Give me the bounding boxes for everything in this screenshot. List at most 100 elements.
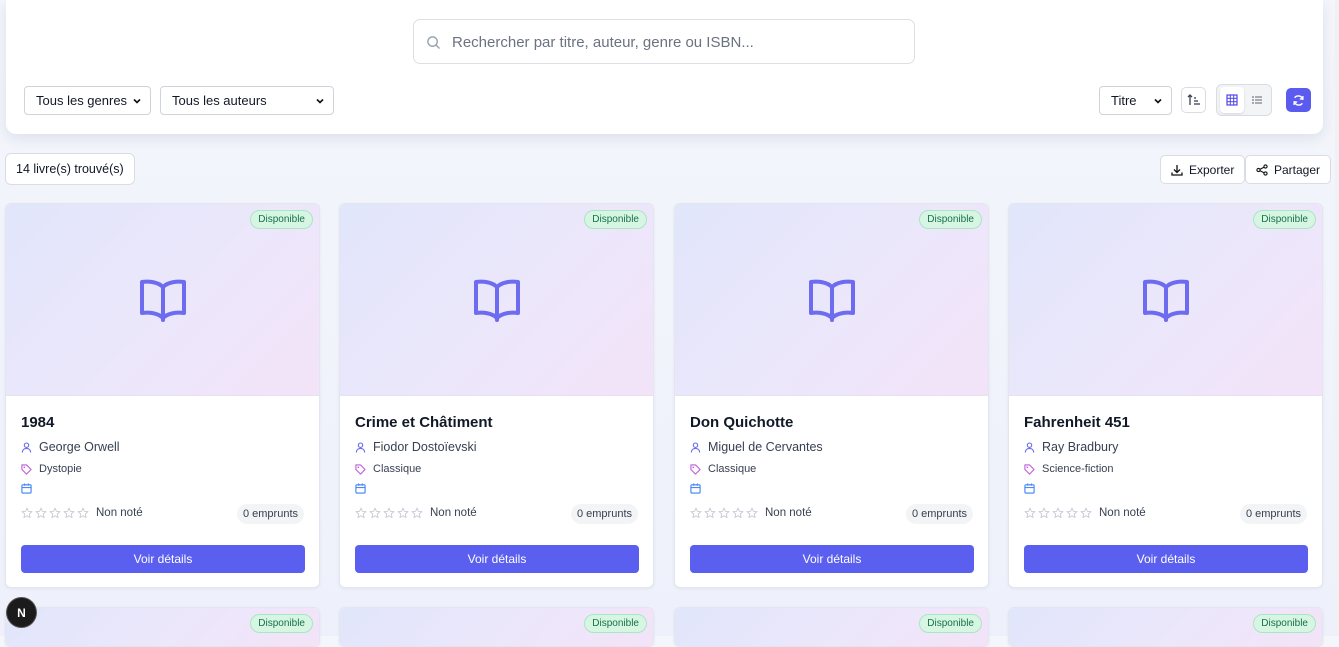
dev-indicator-button[interactable]: N (7, 598, 36, 627)
book-author-name: Fiodor Dostoïevski (373, 440, 477, 454)
book-card[interactable]: Disponible Crime et Châtiment Fiodor Dos… (339, 203, 654, 588)
loans-count: 0 emprunts (236, 504, 304, 524)
book-card[interactable]: Disponible (339, 607, 654, 647)
book-genre: Science-fiction (1024, 463, 1114, 475)
status-badge: Disponible (919, 210, 982, 229)
export-button[interactable]: Exporter (1160, 155, 1246, 184)
book-date (690, 483, 701, 494)
view-details-button[interactable]: Voir détails (355, 545, 639, 573)
book-genre-label: Classique (373, 463, 422, 475)
book-card[interactable]: Disponible Don Quichotte Miguel de Cerva… (674, 203, 989, 588)
book-date (1024, 483, 1035, 494)
filter-panel: Tous les genres Tous les auteurs Titre (6, 0, 1323, 134)
book-card[interactable]: Disponible Fahrenheit 451 Ray Bradbury S… (1008, 203, 1323, 588)
star-icon[interactable] (1080, 507, 1092, 519)
sort-direction-button[interactable] (1181, 87, 1206, 113)
star-icon[interactable] (1038, 507, 1050, 519)
rating-label: Non noté (1099, 507, 1146, 519)
book-open-icon (809, 279, 855, 322)
view-details-button[interactable]: Voir détails (21, 545, 305, 573)
book-open-icon (1143, 279, 1189, 322)
star-icon[interactable] (49, 507, 61, 519)
book-card[interactable]: Disponible (674, 607, 989, 647)
star-icon[interactable] (690, 507, 702, 519)
download-icon (1171, 164, 1183, 176)
star-icon[interactable] (355, 507, 367, 519)
share-label: Partager (1274, 162, 1321, 177)
book-card[interactable]: Disponible 1984 George Orwell Dystopie N… (5, 203, 320, 588)
status-badge: Disponible (250, 614, 313, 633)
star-icon[interactable] (746, 507, 758, 519)
genre-select[interactable]: Tous les genres (24, 86, 151, 115)
rating-stars[interactable] (1024, 507, 1092, 519)
book-title[interactable]: Don Quichotte (690, 414, 793, 431)
star-icon[interactable] (1066, 507, 1078, 519)
share-button[interactable]: Partager (1245, 155, 1332, 184)
book-cover: Disponible (1009, 204, 1322, 396)
search-icon (427, 36, 440, 49)
star-icon[interactable] (732, 507, 744, 519)
book-author: Miguel de Cervantes (690, 440, 823, 454)
list-view-button[interactable] (1245, 87, 1269, 113)
star-icon[interactable] (1024, 507, 1036, 519)
book-author-name: Ray Bradbury (1042, 440, 1119, 454)
star-icon[interactable] (383, 507, 395, 519)
status-badge: Disponible (919, 614, 982, 633)
book-genre: Classique (355, 463, 421, 475)
star-icon[interactable] (704, 507, 716, 519)
star-icon[interactable] (63, 507, 75, 519)
calendar-icon (690, 483, 701, 494)
star-icon[interactable] (21, 507, 33, 519)
calendar-icon (355, 483, 366, 494)
rating-stars[interactable] (355, 507, 423, 519)
book-date (355, 483, 366, 494)
book-cover: Disponible (6, 608, 319, 646)
tag-icon (690, 463, 701, 475)
star-icon[interactable] (411, 507, 423, 519)
share-icon (1256, 163, 1268, 176)
star-icon[interactable] (718, 507, 730, 519)
star-icon[interactable] (1052, 507, 1064, 519)
tag-icon (355, 463, 366, 475)
book-card[interactable]: Disponible (5, 607, 320, 647)
book-genre: Classique (690, 463, 756, 475)
page-scrollbar[interactable] (1335, 0, 1339, 636)
book-cover: Disponible (1009, 608, 1322, 646)
book-cover: Disponible (675, 204, 988, 396)
user-icon (1024, 441, 1035, 453)
book-genre-label: Classique (708, 463, 757, 475)
book-open-icon (140, 279, 186, 322)
author-select[interactable]: Tous les auteurs (160, 86, 334, 115)
star-icon[interactable] (369, 507, 381, 519)
chevron-down-icon (133, 98, 141, 104)
book-title[interactable]: 1984 (21, 414, 54, 431)
book-author: George Orwell (21, 440, 120, 454)
grid-view-icon (1226, 94, 1238, 106)
star-icon[interactable] (77, 507, 89, 519)
book-title[interactable]: Crime et Châtiment (355, 414, 493, 431)
results-count: 14 livre(s) trouvé(s) (5, 153, 135, 185)
book-author-name: Miguel de Cervantes (708, 440, 823, 454)
book-title[interactable]: Fahrenheit 451 (1024, 414, 1130, 431)
search-input[interactable] (450, 20, 904, 65)
sort-select[interactable]: Titre (1099, 86, 1172, 115)
genre-select-value: Tous les genres (36, 93, 128, 108)
star-icon[interactable] (397, 507, 409, 519)
book-card[interactable]: Disponible (1008, 607, 1323, 647)
sort-select-value: Titre (1111, 93, 1137, 108)
refresh-icon (1293, 94, 1304, 106)
rating-stars[interactable] (690, 507, 758, 519)
view-details-button[interactable]: Voir détails (690, 545, 974, 573)
grid-view-button[interactable] (1220, 87, 1244, 113)
sort-ascending-icon (1187, 94, 1200, 105)
calendar-icon (21, 483, 32, 494)
book-genre-label: Dystopie (39, 463, 82, 475)
status-badge: Disponible (1253, 614, 1316, 633)
rating-stars[interactable] (21, 507, 89, 519)
refresh-button[interactable] (1286, 88, 1311, 112)
loans-count: 0 emprunts (905, 504, 973, 524)
view-details-button[interactable]: Voir détails (1024, 545, 1308, 573)
book-open-icon (474, 279, 520, 322)
search-box[interactable] (413, 19, 915, 65)
star-icon[interactable] (35, 507, 47, 519)
